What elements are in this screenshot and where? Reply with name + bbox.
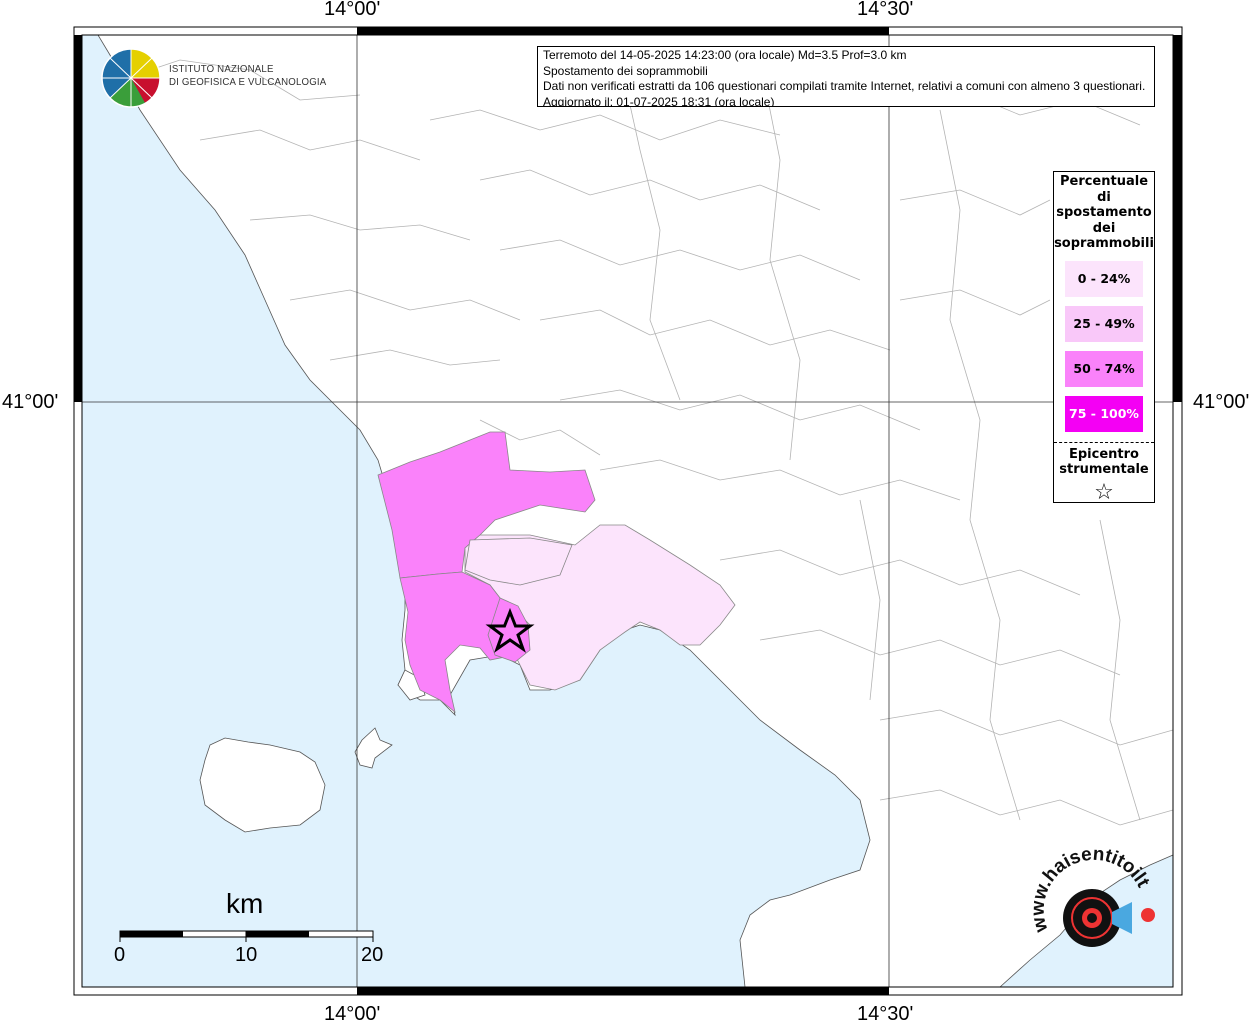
legend-star-icon: ☆ xyxy=(1094,479,1114,505)
scale-tick-10: 10 xyxy=(235,944,258,966)
lon-label-bottom-left: 14°00' xyxy=(324,1003,381,1025)
ingv-logo-text: ISTITUTO NAZIONALE DI GEOFISICA E VULCAN… xyxy=(169,63,326,89)
ingv-logo-line2: DI GEOFISICA E VULCANOLOGIA xyxy=(169,76,327,88)
legend-title-line: di xyxy=(1097,189,1111,205)
lon-label-top-left: 14°00' xyxy=(324,0,381,20)
legend-title-line: dei xyxy=(1092,220,1116,236)
legend-title-line: soprammobili xyxy=(1054,236,1154,251)
info-line-2: Spostamento dei soprammobili xyxy=(543,63,708,78)
info-line-1: Terremoto del 14-05-2025 14:23:00 (ora l… xyxy=(543,48,907,62)
legend-divider xyxy=(1054,441,1154,443)
scale-tick-20: 20 xyxy=(361,944,384,966)
scale-tick-0: 0 xyxy=(114,944,126,966)
info-line-3: Dati non verificati estratti da 106 ques… xyxy=(543,79,1146,93)
legend-epicenter-title: Epicentro strumentale xyxy=(1054,447,1154,478)
legend-title: Percentuale di spostamento dei soprammob… xyxy=(1054,174,1154,252)
legend-epicenter-line: strumentale xyxy=(1059,462,1149,477)
legend-class-75-100: 75 - 100% xyxy=(1065,395,1143,432)
legend-epicenter-line: Epicentro xyxy=(1069,446,1139,462)
ingv-logo-line1: ISTITUTO NAZIONALE xyxy=(169,63,274,75)
lon-label-bottom-right: 14°30' xyxy=(857,1003,914,1025)
legend: Percentuale di spostamento dei soprammob… xyxy=(1053,171,1155,503)
intensity-map: www.haisentitoilterremoto.it xyxy=(0,0,1183,996)
info-line-4: Aggiornato il: 01-07-2025 18:31 (ora loc… xyxy=(543,94,775,107)
legend-class-50-74: 50 - 74% xyxy=(1065,350,1143,387)
legend-title-line: spostamento xyxy=(1056,205,1152,220)
lat-label-right: 41°00' xyxy=(1193,391,1250,413)
legend-class-0-24: 0 - 24% xyxy=(1065,260,1143,297)
ingv-logo-icon xyxy=(101,48,161,108)
scale-unit: km xyxy=(226,888,264,919)
legend-class-25-49: 25 - 49% xyxy=(1065,305,1143,342)
legend-title-line: Percentuale xyxy=(1059,174,1149,189)
lat-label-left: 41°00' xyxy=(2,391,59,413)
lon-label-top-right: 14°30' xyxy=(857,0,914,20)
earthquake-info-box: Terremoto del 14-05-2025 14:23:00 (ora l… xyxy=(537,46,1155,107)
